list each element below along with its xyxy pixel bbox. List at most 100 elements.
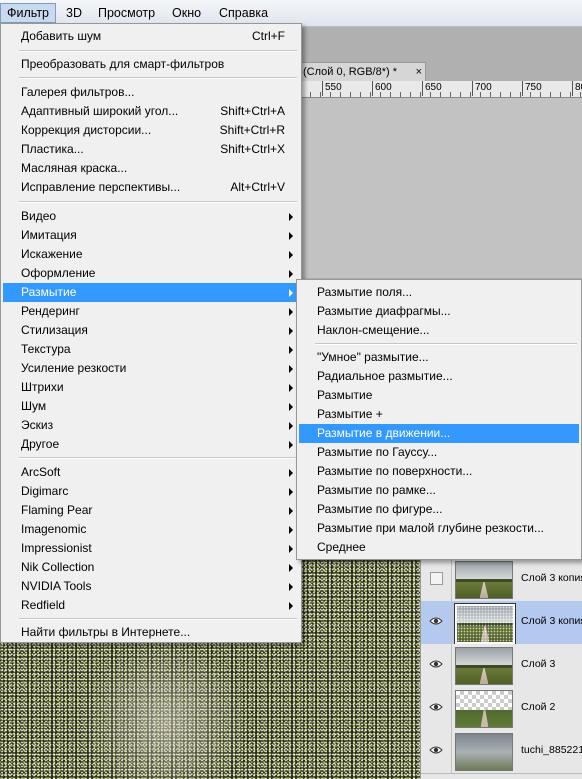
menu-item-imagenomic[interactable]: Imagenomic — [3, 520, 299, 539]
submenu-arrow-icon — [289, 327, 293, 335]
eye-icon[interactable] — [429, 702, 443, 712]
menu-separator — [19, 50, 297, 52]
menu-item-distort[interactable]: Искажение — [3, 245, 299, 264]
menu-item-filter-gallery[interactable]: Галерея фильтров... — [3, 83, 299, 102]
ruler-tick — [322, 81, 323, 96]
close-icon[interactable]: × — [416, 63, 422, 81]
layer-name: tuchi_8852216 — [521, 744, 582, 756]
menu-item-texture[interactable]: Текстура — [3, 340, 299, 359]
submenu-item-tilt-shift[interactable]: Наклон-смещение... — [299, 321, 579, 340]
menu-filter[interactable]: Фильтр — [0, 3, 56, 23]
menu-item-noise[interactable]: Шум — [3, 397, 299, 416]
layer-row[interactable]: Слой 3 копия — [421, 558, 582, 602]
ruler-tick — [472, 81, 473, 96]
layer-name: Слой 3 копия — [521, 572, 582, 584]
submenu-item-gaussian-blur[interactable]: Размытие по Гауссу... — [299, 443, 579, 462]
layer-row[interactable]: Слой 2 — [421, 687, 582, 731]
menu-item-impressionist[interactable]: Impressionist — [3, 539, 299, 558]
document-tab-title: (Слой 0, RGB/8*) * — [303, 66, 397, 78]
menu-item-nik-collection[interactable]: Nik Collection — [3, 558, 299, 577]
ruler-tick — [572, 81, 573, 96]
menu-item-browse-filters-online[interactable]: Найти фильтры в Интернете... — [3, 623, 299, 642]
submenu-item-box-blur[interactable]: Размытие по рамке... — [299, 481, 579, 500]
document-tab[interactable]: (Слой 0, RGB/8*) * × — [300, 62, 426, 81]
menu-3d[interactable]: 3D — [60, 4, 88, 22]
layers-panel: Слой 3 копия Слой 3 копия Слой 3 Слой 2 … — [420, 558, 582, 779]
submenu-arrow-icon — [289, 365, 293, 373]
menu-item-arcsoft[interactable]: ArcSoft — [3, 463, 299, 482]
visibility-cell[interactable] — [421, 730, 452, 773]
layer-row-selected[interactable]: Слой 3 копия — [421, 601, 582, 645]
menu-item-flaming-pear[interactable]: Flaming Pear — [3, 501, 299, 520]
menu-item-convert-smart-filters[interactable]: Преобразовать для смарт-фильтров — [3, 55, 299, 74]
menu-separator — [19, 618, 297, 620]
blur-submenu: Размытие поля... Размытие диафрагмы... Н… — [296, 279, 582, 560]
menu-item-sharpen[interactable]: Усиление резкости — [3, 359, 299, 378]
submenu-arrow-icon — [289, 507, 293, 515]
layer-thumbnail — [454, 603, 516, 645]
ruler-tick — [522, 81, 523, 96]
menu-window[interactable]: Окно — [166, 4, 207, 22]
menu-item-blur[interactable]: Размытие — [3, 283, 299, 302]
menu-separator — [19, 457, 297, 459]
visibility-cell[interactable] — [421, 558, 452, 601]
menu-item-liquify[interactable]: Пластика... Shift+Ctrl+X — [3, 140, 299, 159]
visibility-cell[interactable] — [421, 644, 452, 687]
eye-icon[interactable] — [429, 659, 443, 669]
menu-item-vanishing-point[interactable]: Исправление перспективы... Alt+Ctrl+V — [3, 178, 299, 197]
submenu-item-field-blur[interactable]: Размытие поля... — [299, 283, 579, 302]
submenu-item-blur[interactable]: Размытие — [299, 386, 579, 405]
menu-item-artistic[interactable]: Имитация — [3, 226, 299, 245]
submenu-arrow-icon — [289, 422, 293, 430]
menu-item-sketch[interactable]: Эскиз — [3, 416, 299, 435]
visibility-cell[interactable] — [421, 687, 452, 730]
eye-icon[interactable] — [429, 616, 443, 626]
submenu-arrow-icon — [289, 469, 293, 477]
submenu-arrow-icon — [289, 384, 293, 392]
layer-thumbnail — [455, 647, 513, 685]
submenu-arrow-icon — [289, 232, 293, 240]
menu-item-other[interactable]: Другое — [3, 435, 299, 454]
submenu-item-surface-blur[interactable]: Размытие по поверхности... — [299, 462, 579, 481]
ruler-label: 600 — [375, 82, 392, 93]
submenu-arrow-icon — [289, 564, 293, 572]
submenu-item-blur-more[interactable]: Размытие + — [299, 405, 579, 424]
menu-item-digimarc[interactable]: Digimarc — [3, 482, 299, 501]
menu-separator — [19, 77, 297, 79]
menu-view[interactable]: Просмотр — [92, 4, 161, 22]
submenu-item-motion-blur[interactable]: Размытие в движении... — [299, 424, 579, 443]
menu-item-video[interactable]: Видео — [3, 207, 299, 226]
submenu-item-average[interactable]: Среднее — [299, 538, 579, 557]
layer-row[interactable]: Слой 3 — [421, 644, 582, 688]
menu-item-add-noise-last[interactable]: Добавить шум Ctrl+F — [3, 27, 299, 46]
menu-item-lens-correction[interactable]: Коррекция дисторсии... Shift+Ctrl+R — [3, 121, 299, 140]
menu-item-pixelate[interactable]: Оформление — [3, 264, 299, 283]
submenu-item-iris-blur[interactable]: Размытие диафрагмы... — [299, 302, 579, 321]
visibility-off-box[interactable] — [430, 572, 443, 585]
menu-item-brush-strokes[interactable]: Штрихи — [3, 378, 299, 397]
canvas-area[interactable] — [300, 98, 582, 278]
layer-thumbnail — [455, 690, 513, 728]
layer-row[interactable]: tuchi_8852216 — [421, 730, 582, 774]
menu-item-nvidia-tools[interactable]: NVIDIA Tools — [3, 577, 299, 596]
visibility-cell[interactable] — [421, 601, 452, 644]
layer-thumbnail — [455, 561, 513, 599]
layer-thumbnail — [455, 733, 513, 771]
submenu-arrow-icon — [289, 545, 293, 553]
submenu-item-lens-blur[interactable]: Размытие при малой глубине резкости... — [299, 519, 579, 538]
ruler-tick — [422, 81, 423, 96]
menu-item-render[interactable]: Рендеринг — [3, 302, 299, 321]
submenu-item-radial-blur[interactable]: Радиальное размытие... — [299, 367, 579, 386]
menu-item-oil-paint[interactable]: Масляная краска... — [3, 159, 299, 178]
ruler-label: 750 — [525, 82, 542, 93]
submenu-item-smart-blur[interactable]: "Умное" размытие... — [299, 348, 579, 367]
menu-help[interactable]: Справка — [213, 4, 274, 22]
menu-item-adaptive-wide-angle[interactable]: Адаптивный широкий угол... Shift+Ctrl+A — [3, 102, 299, 121]
submenu-item-shape-blur[interactable]: Размытие по фигуре... — [299, 500, 579, 519]
submenu-arrow-icon — [289, 488, 293, 496]
ruler-label: 700 — [475, 82, 492, 93]
horizontal-ruler: 550 600 650 700 750 800 — [300, 81, 582, 98]
menu-item-stylize[interactable]: Стилизация — [3, 321, 299, 340]
eye-icon[interactable] — [429, 745, 443, 755]
menu-item-redfield[interactable]: Redfield — [3, 596, 299, 615]
